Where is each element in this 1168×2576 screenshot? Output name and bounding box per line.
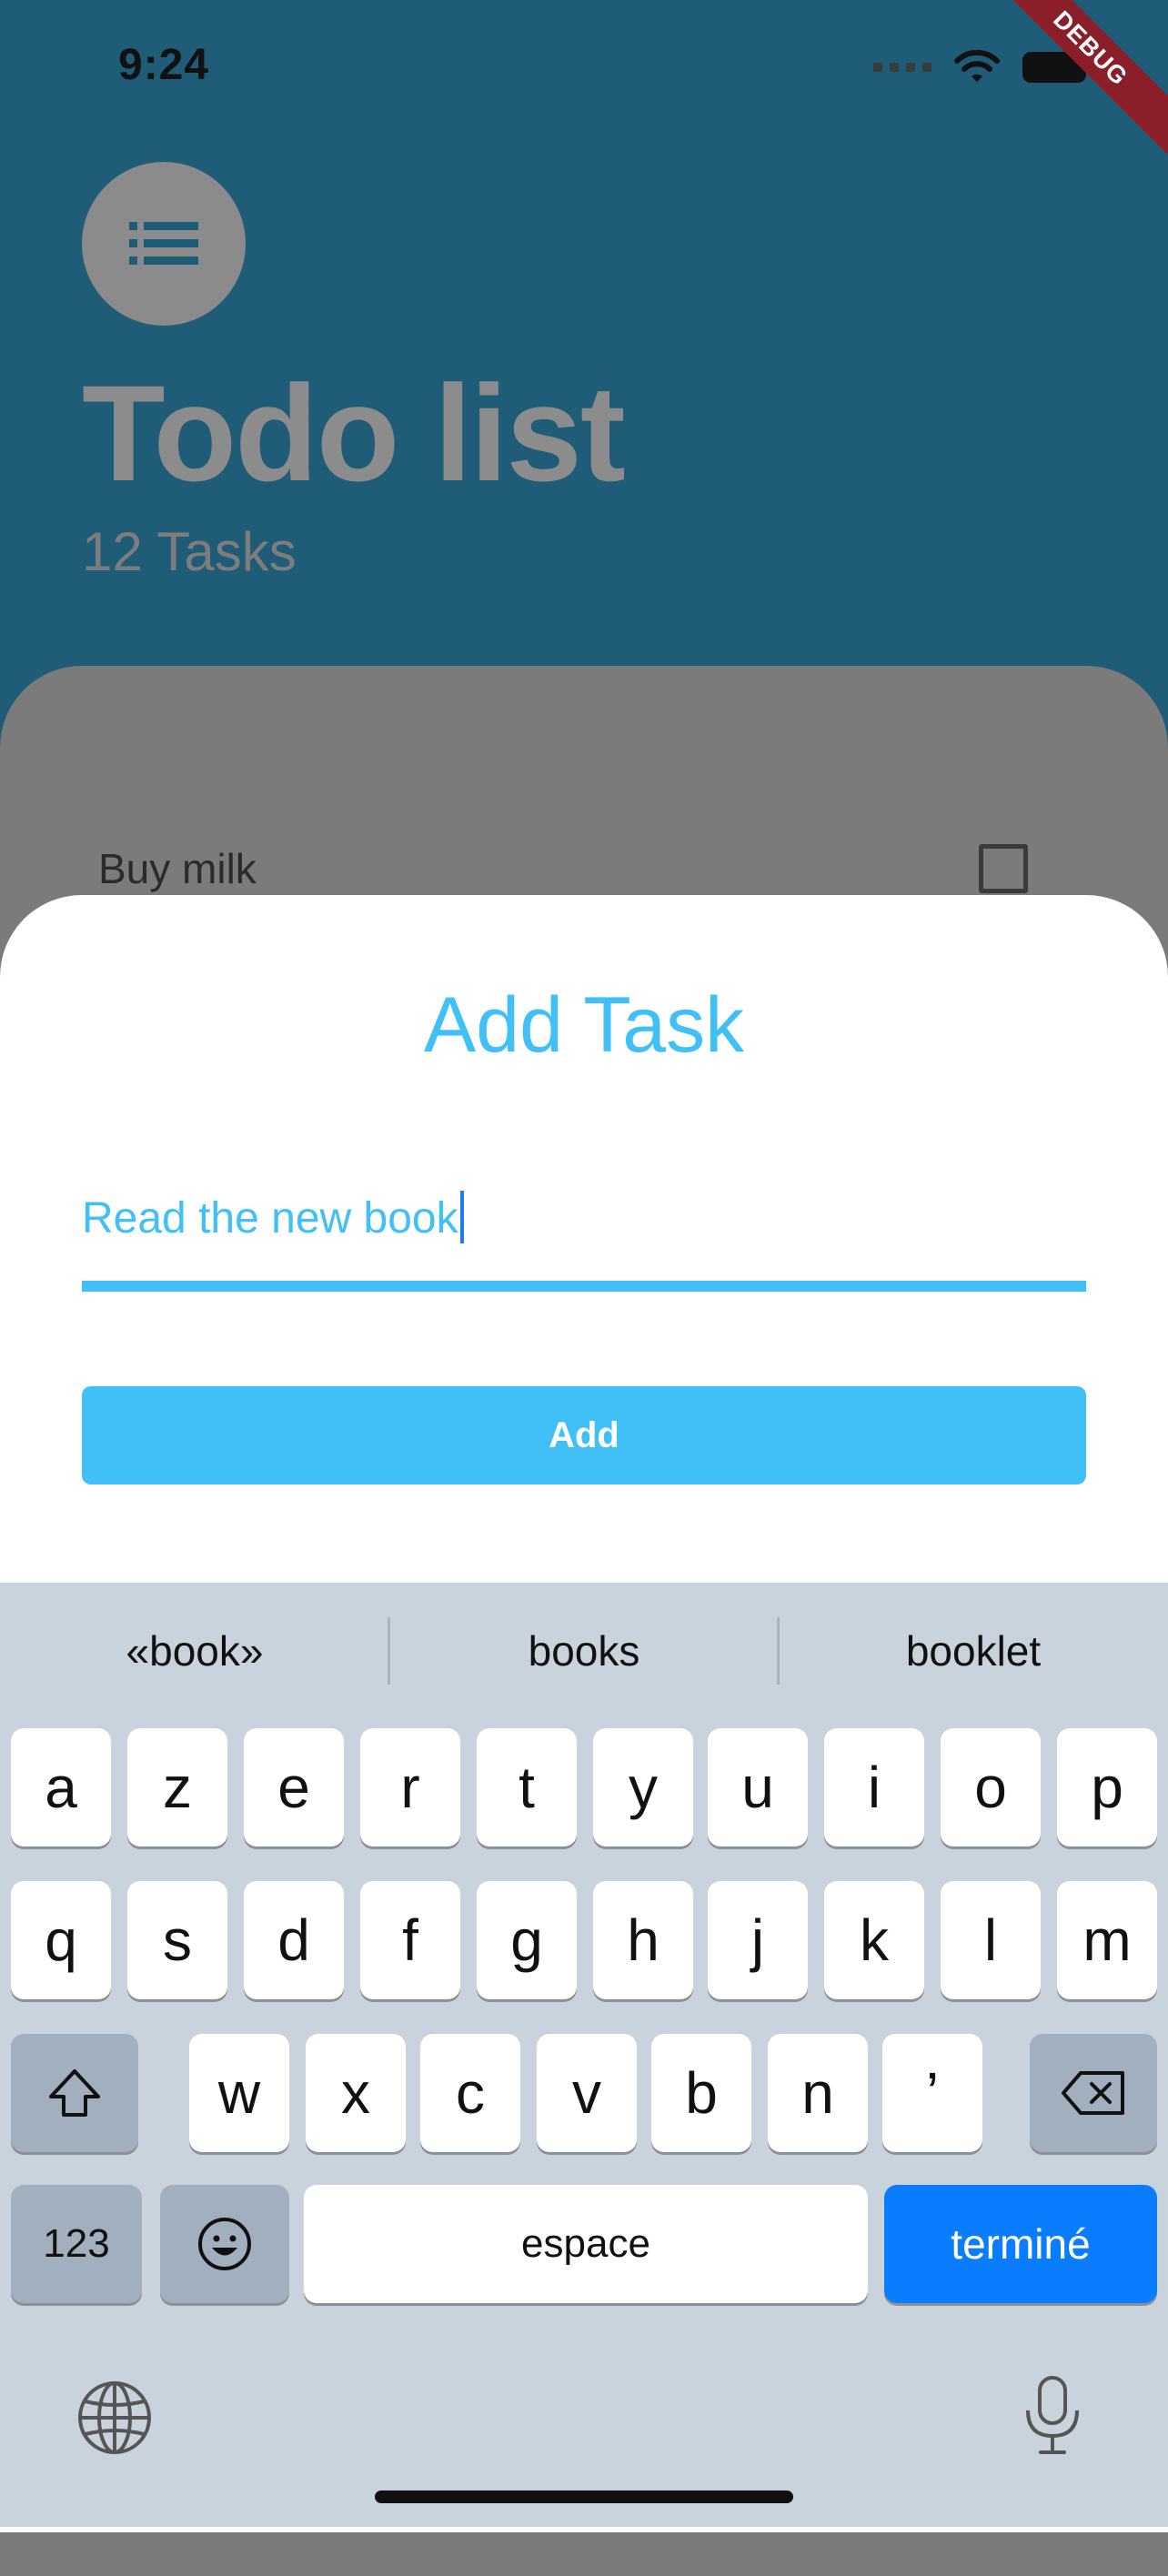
shift-icon <box>49 2069 100 2117</box>
key[interactable]: y <box>593 1728 693 1846</box>
suggestion-2[interactable]: books <box>389 1615 779 1687</box>
list-icon <box>129 222 198 265</box>
key[interactable]: e <box>244 1728 344 1846</box>
key[interactable]: q <box>11 1881 111 1999</box>
cellular-signal-icon <box>873 63 931 72</box>
page-title: Todo list <box>82 357 626 509</box>
key[interactable]: j <box>708 1881 808 1999</box>
wifi-icon <box>954 49 1000 82</box>
key[interactable]: n <box>768 2034 868 2152</box>
tasks-count: 12 Tasks <box>82 521 297 582</box>
key[interactable]: w <box>189 2034 289 2152</box>
globe-icon[interactable] <box>76 2380 153 2456</box>
key[interactable]: x <box>306 2034 406 2152</box>
task-input-value: Read the new book <box>82 1194 458 1243</box>
backspace-key[interactable] <box>1030 2034 1157 2152</box>
suggestion-3[interactable]: booklet <box>779 1615 1168 1687</box>
key[interactable]: ’ <box>882 2034 982 2152</box>
key[interactable]: g <box>477 1881 577 1999</box>
key[interactable]: m <box>1057 1881 1157 1999</box>
microphone-icon[interactable] <box>1022 2374 1082 2456</box>
key[interactable]: d <box>244 1881 344 1999</box>
task-item-checkbox[interactable] <box>979 844 1028 893</box>
shift-key[interactable] <box>11 2034 138 2152</box>
status-time: 9:24 <box>118 41 210 89</box>
suggestion-1[interactable]: «book» <box>0 1615 389 1687</box>
key[interactable]: z <box>127 1728 227 1846</box>
key[interactable]: c <box>420 2034 520 2152</box>
task-input[interactable]: Read the new book <box>82 1191 464 1247</box>
list-logo <box>82 162 246 326</box>
key[interactable]: h <box>593 1881 693 1999</box>
key[interactable]: o <box>941 1728 1041 1846</box>
key[interactable]: a <box>11 1728 111 1846</box>
key[interactable]: i <box>824 1728 924 1846</box>
key[interactable]: b <box>651 2034 751 2152</box>
key[interactable]: l <box>941 1881 1041 1999</box>
home-indicator <box>375 2490 793 2503</box>
emoji-key[interactable] <box>160 2185 289 2303</box>
numbers-key[interactable]: 123 <box>11 2185 142 2303</box>
task-item-label: Buy milk <box>98 845 257 892</box>
key[interactable]: p <box>1057 1728 1157 1846</box>
key[interactable]: r <box>360 1728 460 1846</box>
key[interactable]: v <box>537 2034 637 2152</box>
space-key[interactable]: espace <box>304 2185 868 2303</box>
task-input-underline <box>82 1281 1086 1292</box>
emoji-icon <box>198 2218 251 2270</box>
key[interactable]: u <box>708 1728 808 1846</box>
done-key[interactable]: terminé <box>884 2185 1157 2303</box>
backspace-icon <box>1062 2071 1124 2115</box>
text-caret <box>459 1191 464 1244</box>
key[interactable]: t <box>477 1728 577 1846</box>
key[interactable]: f <box>360 1881 460 1999</box>
sheet-title: Add Task <box>423 981 745 1069</box>
add-button[interactable]: Add <box>82 1386 1086 1484</box>
key[interactable]: k <box>824 1881 924 1999</box>
key[interactable]: s <box>127 1881 227 1999</box>
status-indicators <box>873 40 1092 95</box>
